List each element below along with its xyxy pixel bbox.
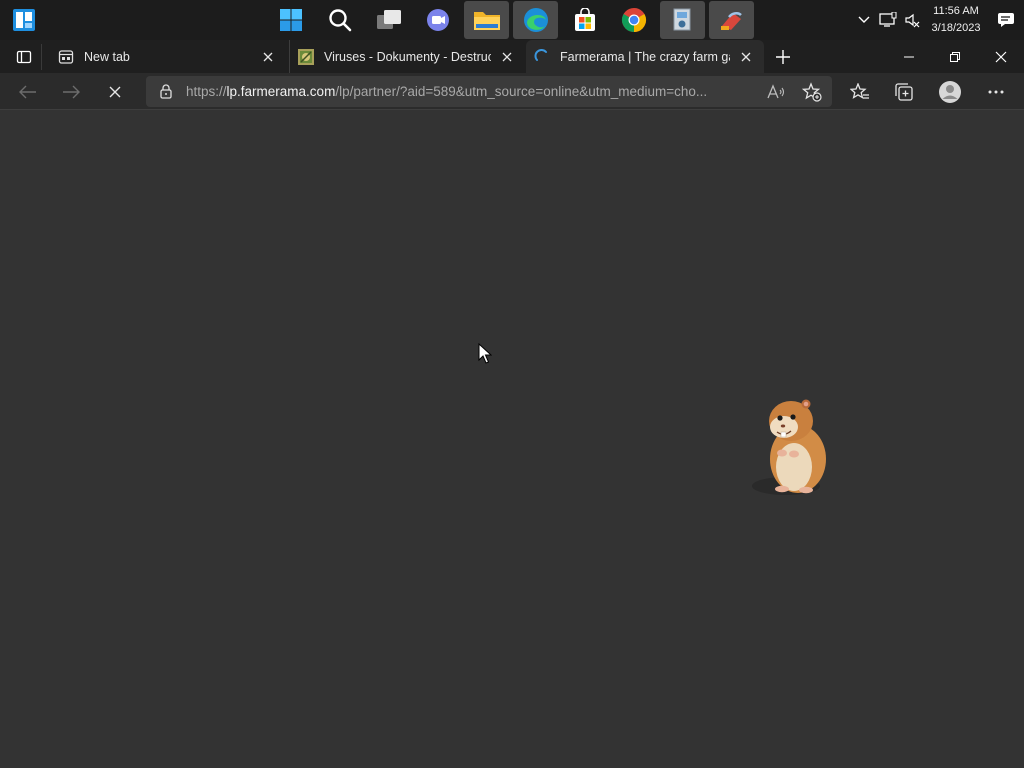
installer-button[interactable] xyxy=(660,1,705,39)
read-aloud-button[interactable] xyxy=(761,77,791,107)
tab-actions-icon xyxy=(16,50,31,64)
close-icon xyxy=(741,52,751,61)
stop-loading-button[interactable] xyxy=(100,77,130,107)
back-button[interactable] xyxy=(13,77,43,107)
url-text: https://lp.farmerama.com/lp/partner/?aid… xyxy=(186,84,746,99)
plus-icon xyxy=(776,50,790,64)
network-icon xyxy=(879,12,897,27)
read-aloud-icon xyxy=(767,84,785,99)
stop-icon xyxy=(109,86,121,98)
close-icon xyxy=(263,52,273,61)
tab-strip: New tab Viruses - Dokumenty - Destructio xyxy=(0,40,1024,73)
url-scheme: https:// xyxy=(186,84,227,99)
close-icon xyxy=(995,51,1007,62)
edge-button[interactable] xyxy=(513,1,558,39)
windows-start-icon xyxy=(279,9,302,31)
arrow-right-icon xyxy=(63,85,80,99)
favorites-icon xyxy=(850,83,869,99)
star-add-icon xyxy=(802,82,822,102)
chevron-up-icon xyxy=(858,16,870,23)
teams-chat-icon xyxy=(426,9,449,31)
profile-button[interactable] xyxy=(935,77,965,107)
clock-time: 11:56 AM xyxy=(933,5,979,17)
clock-date: 3/18/2023 xyxy=(931,22,981,34)
arrow-left-icon xyxy=(19,85,36,99)
chrome-icon xyxy=(621,8,646,32)
tab-close-button[interactable] xyxy=(497,47,517,67)
notification-icon xyxy=(998,13,1014,27)
tab-farmerama-active[interactable]: Farmerama | The crazy farm gam xyxy=(526,40,764,73)
collections-button[interactable] xyxy=(889,77,919,107)
window-close-button[interactable] xyxy=(978,40,1024,73)
tab-title: New tab xyxy=(84,49,130,64)
url-path: /lp/partner/?aid=589&utm_source=online&u… xyxy=(335,84,708,99)
browser-toolbar: https://lp.farmerama.com/lp/partner/?aid… xyxy=(0,73,1024,110)
network-button[interactable] xyxy=(876,0,900,40)
teams-chat-button[interactable] xyxy=(415,1,460,39)
store-icon xyxy=(574,8,595,31)
new-tab-icon xyxy=(58,49,74,65)
tab-close-button[interactable] xyxy=(736,47,756,67)
start-button[interactable] xyxy=(268,1,313,39)
installer-icon xyxy=(673,8,690,31)
new-tab-button[interactable] xyxy=(770,45,796,69)
file-explorer-icon xyxy=(473,12,500,30)
ccleaner-button[interactable] xyxy=(709,1,754,39)
restore-icon xyxy=(950,51,960,62)
settings-more-button[interactable] xyxy=(981,77,1011,107)
volume-muted-icon xyxy=(905,13,920,28)
file-explorer-button[interactable] xyxy=(464,1,509,39)
minimize-button[interactable] xyxy=(886,40,932,73)
task-view-button[interactable] xyxy=(366,1,411,39)
hamster-loading-image xyxy=(752,399,826,495)
taskbar-search-button[interactable] xyxy=(317,1,362,39)
favorites-button[interactable] xyxy=(845,77,875,107)
tab-title: Farmerama | The crazy farm gam xyxy=(560,49,730,64)
taskbar: 11:56 AM 3/18/2023 xyxy=(0,0,1024,40)
forward-button[interactable] xyxy=(56,77,86,107)
tab-title: Viruses - Dokumenty - Destructio xyxy=(324,49,491,64)
loading-spinner-icon xyxy=(534,48,550,65)
ccleaner-icon xyxy=(720,12,742,30)
site-icon xyxy=(298,48,314,65)
task-view-icon xyxy=(376,10,401,29)
tab-close-button[interactable] xyxy=(258,47,278,67)
add-favorite-button[interactable] xyxy=(797,77,827,107)
tab-new-tab[interactable]: New tab xyxy=(50,40,286,73)
notifications-button[interactable] xyxy=(988,0,1024,40)
search-icon xyxy=(328,9,351,32)
avatar-icon xyxy=(939,81,961,103)
widgets-icon xyxy=(13,9,35,31)
widgets-button[interactable] xyxy=(8,6,40,34)
show-hidden-icons-button[interactable] xyxy=(852,0,876,40)
volume-button[interactable] xyxy=(900,0,924,40)
more-icon xyxy=(988,90,1004,94)
chrome-button[interactable] xyxy=(611,1,656,39)
restore-button[interactable] xyxy=(932,40,978,73)
lock-icon[interactable] xyxy=(146,76,186,107)
close-icon xyxy=(502,52,512,61)
url-host: lp.farmerama.com xyxy=(226,84,336,99)
tab-actions-menu-button[interactable] xyxy=(6,44,42,70)
mouse-cursor-icon xyxy=(478,343,492,364)
edge-icon xyxy=(523,8,548,32)
minimize-icon xyxy=(904,56,914,57)
tab-viruses[interactable]: Viruses - Dokumenty - Destructio xyxy=(289,40,525,73)
store-button[interactable] xyxy=(562,1,607,39)
taskbar-clock[interactable]: 11:56 AM 3/18/2023 xyxy=(924,3,988,37)
collections-icon xyxy=(895,83,913,101)
page-content xyxy=(0,111,1024,768)
address-bar[interactable]: https://lp.farmerama.com/lp/partner/?aid… xyxy=(146,76,832,107)
